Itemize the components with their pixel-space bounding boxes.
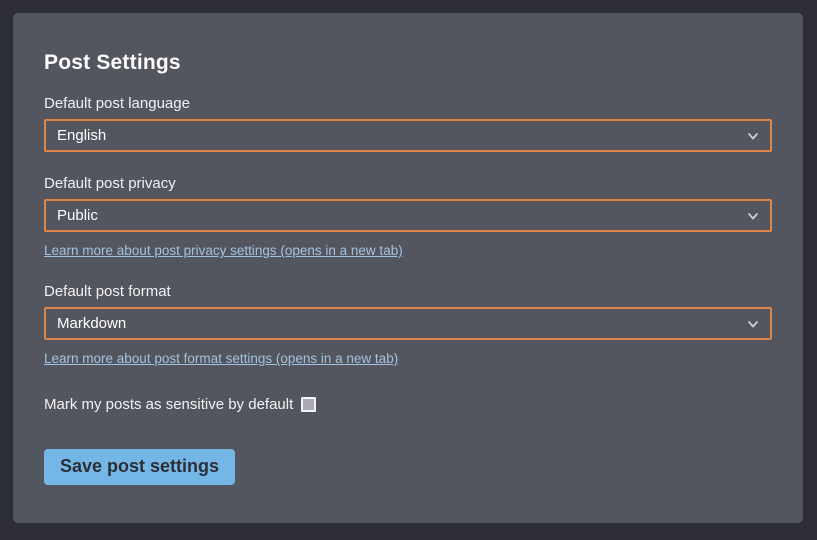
chevron-down-icon: [747, 130, 759, 142]
privacy-learn-more-link[interactable]: Learn more about post privacy settings (…: [44, 243, 403, 258]
chevron-down-icon: [747, 318, 759, 330]
save-post-settings-button[interactable]: Save post settings: [44, 449, 235, 485]
language-label: Default post language: [44, 95, 772, 112]
sensitive-checkbox-row: Mark my posts as sensitive by default: [44, 396, 772, 413]
format-select-value: Markdown: [57, 315, 126, 332]
format-select[interactable]: Markdown: [44, 307, 772, 340]
privacy-field-group: Default post privacy Public Learn more a…: [44, 175, 772, 260]
page-title: Post Settings: [44, 51, 772, 75]
language-field-group: Default post language English: [44, 95, 772, 152]
format-label: Default post format: [44, 283, 772, 300]
sensitive-label: Mark my posts as sensitive by default: [44, 396, 293, 413]
format-field-group: Default post format Markdown Learn more …: [44, 283, 772, 368]
privacy-select[interactable]: Public: [44, 199, 772, 232]
sensitive-checkbox[interactable]: [301, 397, 316, 412]
format-learn-more-link[interactable]: Learn more about post format settings (o…: [44, 351, 398, 366]
language-select-value: English: [57, 127, 106, 144]
language-select[interactable]: English: [44, 119, 772, 152]
privacy-label: Default post privacy: [44, 175, 772, 192]
chevron-down-icon: [747, 210, 759, 222]
post-settings-panel: Post Settings Default post language Engl…: [13, 13, 803, 523]
privacy-select-value: Public: [57, 207, 98, 224]
